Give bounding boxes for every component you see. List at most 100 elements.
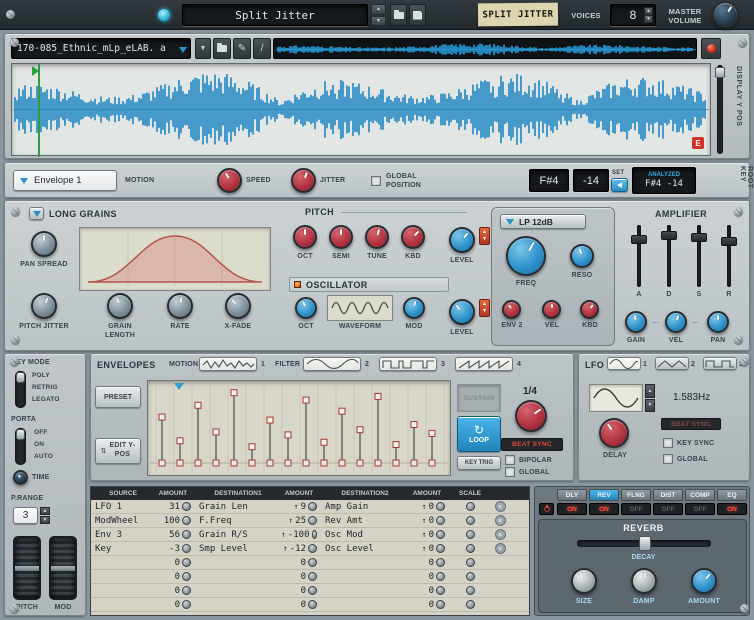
pitch-semi-knob[interactable] xyxy=(329,225,353,249)
grain-mode-selector[interactable] xyxy=(29,207,44,220)
filter-vel-knob[interactable] xyxy=(542,300,561,319)
global-position-checkbox[interactable] xyxy=(371,176,381,186)
matrix-remove[interactable]: × xyxy=(487,501,509,512)
playhead-cursor[interactable] xyxy=(38,64,40,157)
matrix-row[interactable]: 000 xyxy=(91,570,529,584)
matrix-amount-2[interactable]: ↑25 xyxy=(277,516,321,526)
fx-tab-flng[interactable]: FLNG xyxy=(621,489,651,501)
matrix-amount-2[interactable]: 0 xyxy=(277,572,321,582)
fx-enable-eq[interactable]: ON xyxy=(717,503,747,515)
amount-knob-icon[interactable] xyxy=(308,516,317,525)
amount-knob-icon[interactable] xyxy=(436,502,445,511)
switch-handle[interactable] xyxy=(16,372,25,383)
matrix-scale[interactable] xyxy=(449,502,487,511)
fx-enable-flng[interactable]: OFF xyxy=(621,503,651,515)
amount-knob-icon[interactable] xyxy=(436,558,445,567)
matrix-remove[interactable]: × xyxy=(487,515,509,526)
grain-rate-knob[interactable] xyxy=(167,293,193,319)
amount-knob-icon[interactable] xyxy=(182,502,191,511)
amount-knob-icon[interactable] xyxy=(182,558,191,567)
key-trig-button[interactable]: KEY TRIG xyxy=(457,456,501,470)
matrix-amount-2[interactable]: 0 xyxy=(277,586,321,596)
envelope-tab-2[interactable] xyxy=(303,357,361,371)
porta-time-knob[interactable] xyxy=(13,470,28,485)
set-root-button[interactable]: ◀ xyxy=(611,178,628,192)
grain-xfade-knob[interactable] xyxy=(225,293,251,319)
amount-knob-icon[interactable] xyxy=(436,544,445,553)
lfo-wave-down-button[interactable]: ▼ xyxy=(645,399,655,412)
osc-level-knob[interactable] xyxy=(449,299,475,325)
p-range-down-button[interactable]: ▼ xyxy=(40,516,50,524)
patch-save-button[interactable] xyxy=(409,4,426,26)
sample-browse-button[interactable] xyxy=(213,38,231,59)
amount-knob-icon[interactable] xyxy=(436,530,445,539)
envelope-rate-knob[interactable] xyxy=(515,400,547,432)
matrix-amount-3[interactable]: ↑0 xyxy=(405,530,449,540)
pitch-oct-knob[interactable] xyxy=(293,225,317,249)
envelope-beat-sync-badge[interactable]: BEAT SYNC xyxy=(501,438,563,451)
fx-tab-dly[interactable]: DLY xyxy=(557,489,587,501)
matrix-destination-1[interactable]: Grain Len xyxy=(195,502,277,512)
pitch-tune-knob[interactable] xyxy=(365,225,389,249)
matrix-amount-3[interactable]: ↑0 xyxy=(405,544,449,554)
matrix-remove[interactable]: × xyxy=(487,529,509,540)
matrix-amount-1[interactable]: 0 xyxy=(151,572,195,582)
envelope-step-editor[interactable] xyxy=(147,380,451,476)
amount-knob-icon[interactable] xyxy=(436,600,445,609)
filter-type-selector[interactable]: LP 12dB xyxy=(500,214,586,229)
edit-ypos-button[interactable]: ⇅ EDIT Y-POS xyxy=(95,438,141,464)
slider-handle[interactable] xyxy=(715,67,725,78)
remove-icon[interactable]: × xyxy=(495,515,506,526)
matrix-amount-1[interactable]: 0 xyxy=(151,600,195,610)
lfo-beat-sync-badge[interactable]: BEAT SYNC xyxy=(661,418,721,430)
amp-gain-knob[interactable] xyxy=(625,311,647,333)
slider-handle[interactable] xyxy=(631,235,647,244)
matrix-amount-1[interactable]: 31 xyxy=(151,502,195,512)
matrix-destination-2[interactable]: Rev Amt xyxy=(321,516,405,526)
matrix-row[interactable]: Env 356Grain R/S↑-100Osc Mod↑0× xyxy=(91,528,529,542)
grain-level-knob[interactable] xyxy=(449,227,475,253)
key-mode-switch[interactable] xyxy=(15,371,26,408)
routing-b-selector[interactable]: ▲▼ xyxy=(479,299,490,317)
root-cents-display[interactable]: -14 xyxy=(573,169,609,192)
envelope-tab-1[interactable] xyxy=(199,357,257,371)
pitch-kbd-knob[interactable] xyxy=(401,225,425,249)
amount-knob-icon[interactable] xyxy=(182,530,191,539)
matrix-source[interactable]: Env 3 xyxy=(91,530,151,540)
sample-slice-button[interactable]: / xyxy=(253,38,271,59)
master-volume-knob[interactable] xyxy=(712,1,739,28)
reverb-size-knob[interactable] xyxy=(571,568,597,594)
amount-knob-icon[interactable] xyxy=(308,544,317,553)
grain-shape-display[interactable] xyxy=(79,227,271,291)
sample-overview-display[interactable] xyxy=(273,38,697,59)
switch-handle[interactable] xyxy=(16,429,25,440)
slider-handle[interactable] xyxy=(639,536,651,551)
matrix-amount-2[interactable]: ↑9 xyxy=(277,502,321,512)
amount-knob-icon[interactable] xyxy=(182,516,191,525)
fx-enable-dist[interactable]: OFF xyxy=(653,503,683,515)
matrix-scale[interactable] xyxy=(449,530,487,539)
reverb-amount-knob[interactable] xyxy=(691,568,717,594)
matrix-scale[interactable] xyxy=(449,600,487,609)
voices-down-button[interactable]: ▼ xyxy=(644,15,653,23)
matrix-source[interactable]: ModWheel xyxy=(91,516,151,526)
adsr-slider-r[interactable]: R xyxy=(719,223,739,307)
scale-knob-icon[interactable] xyxy=(466,558,475,567)
fx-power-button[interactable] xyxy=(539,503,554,515)
porta-switch[interactable] xyxy=(15,428,26,465)
matrix-row[interactable]: 000 xyxy=(91,584,529,598)
matrix-amount-2[interactable]: 0 xyxy=(277,558,321,568)
remove-icon[interactable]: × xyxy=(495,543,506,554)
matrix-remove[interactable]: × xyxy=(487,543,509,554)
scale-knob-icon[interactable] xyxy=(466,502,475,511)
remove-icon[interactable]: × xyxy=(495,529,506,540)
slider-handle[interactable] xyxy=(691,233,707,242)
oscillator-header[interactable]: OSCILLATOR xyxy=(289,277,449,292)
grain-length-knob[interactable] xyxy=(107,293,133,319)
lfo-rate-value[interactable]: 1.583Hz xyxy=(673,392,710,403)
amount-knob-icon[interactable] xyxy=(312,530,317,539)
filter-kbd-knob[interactable] xyxy=(580,300,599,319)
amount-knob-icon[interactable] xyxy=(182,600,191,609)
pitch-wheel[interactable] xyxy=(13,536,41,600)
matrix-scale[interactable] xyxy=(449,572,487,581)
